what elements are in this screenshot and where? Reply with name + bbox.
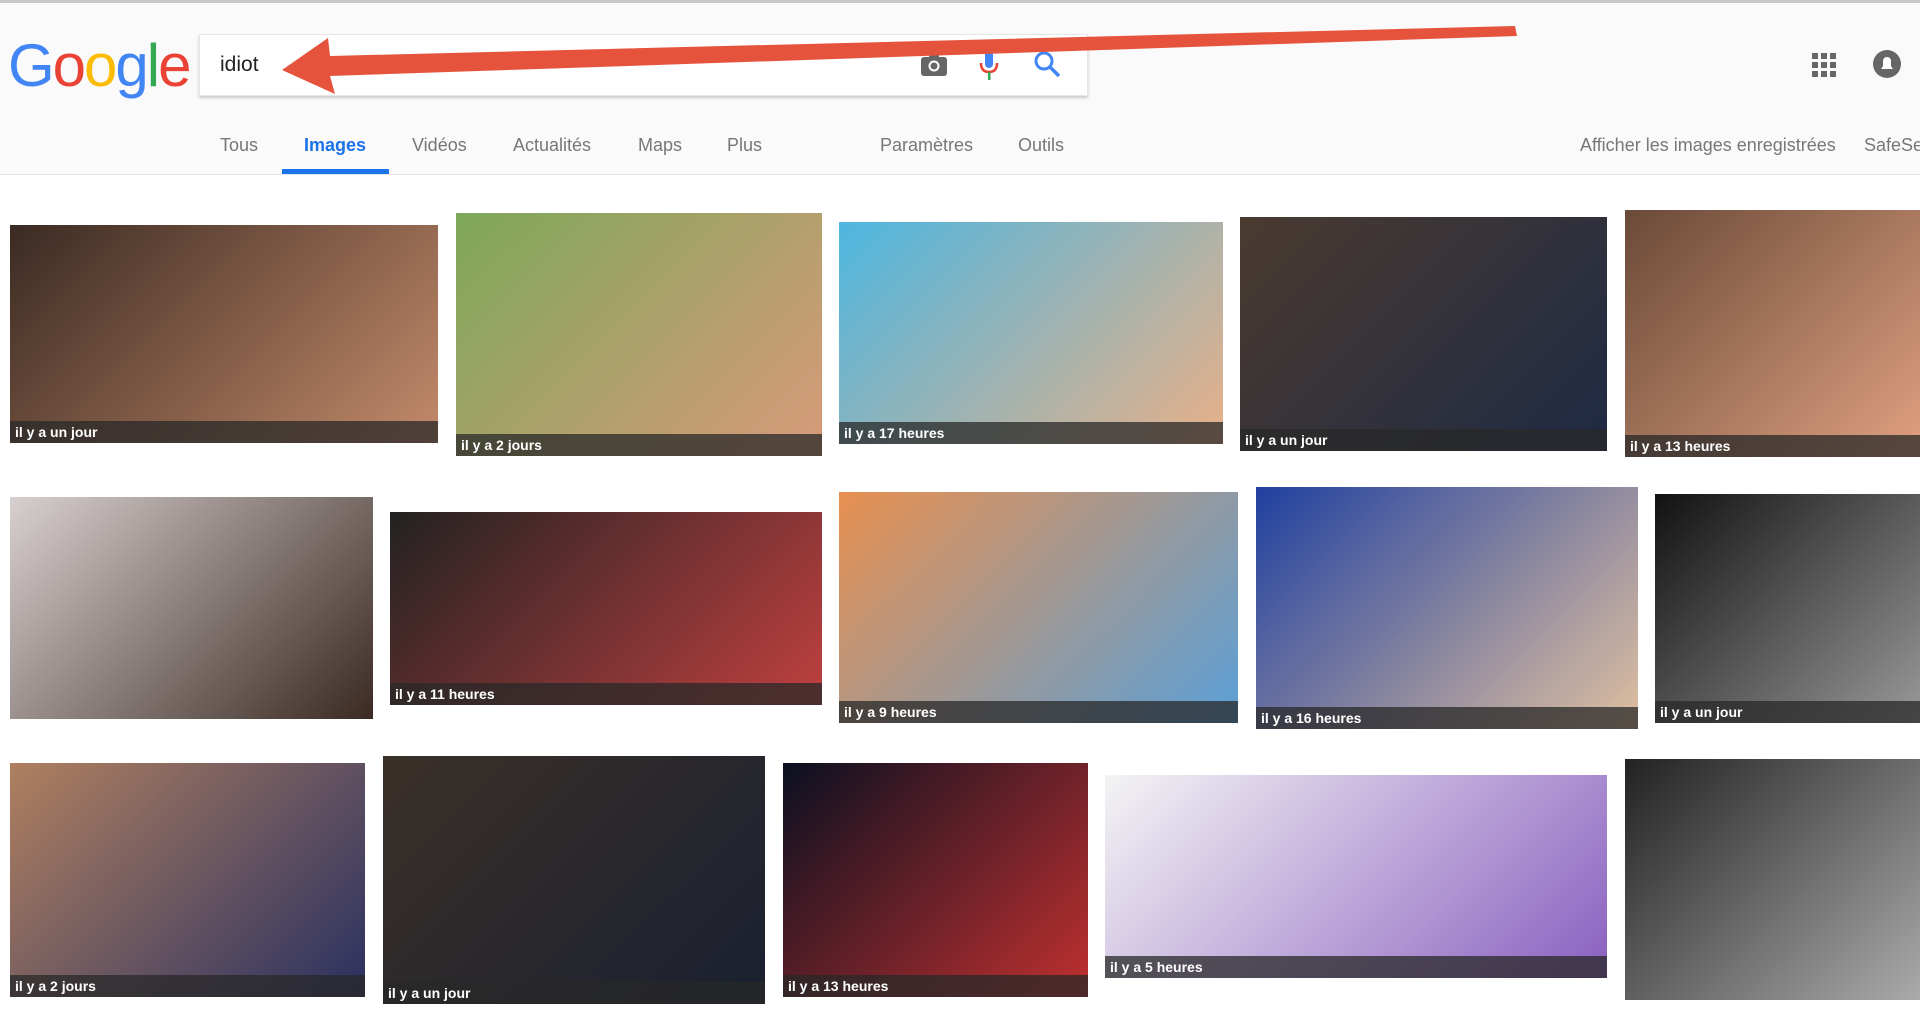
saved-images-link[interactable]: Afficher les images enregistrées [1580, 135, 1836, 156]
image-result[interactable]: il y a 2 jours [10, 763, 365, 997]
image-result[interactable] [1625, 759, 1920, 1000]
image-timestamp: il y a un jour [10, 421, 438, 443]
image-result[interactable]: il y a 5 heures [1105, 775, 1607, 978]
apps-grid-icon[interactable] [1812, 53, 1836, 77]
tab-more[interactable]: Plus [727, 135, 762, 156]
tab-maps[interactable]: Maps [638, 135, 682, 156]
image-result[interactable]: il y a 11 heures [390, 512, 822, 705]
account-icon[interactable] [1872, 49, 1902, 79]
search-input[interactable] [220, 49, 820, 81]
image-result[interactable]: il y a 17 heures [839, 222, 1223, 444]
image-result[interactable]: il y a un jour [10, 225, 438, 443]
image-timestamp: il y a 13 heures [1625, 435, 1920, 457]
search-icon[interactable] [1032, 49, 1062, 79]
image-timestamp: il y a 13 heures [783, 975, 1088, 997]
camera-icon[interactable] [920, 53, 948, 77]
image-timestamp: il y a 2 jours [10, 975, 365, 997]
image-timestamp: il y a un jour [1240, 429, 1607, 451]
image-timestamp: il y a 17 heures [839, 422, 1223, 444]
tab-videos[interactable]: Vidéos [412, 135, 467, 156]
active-tab-indicator [282, 169, 389, 174]
image-result[interactable]: il y a 16 heures [1256, 487, 1638, 729]
microphone-icon[interactable] [978, 49, 1000, 83]
image-timestamp: il y a 11 heures [390, 683, 822, 705]
image-timestamp: il y a 9 heures [839, 701, 1238, 723]
image-result[interactable]: il y a un jour [1655, 494, 1920, 723]
image-result[interactable]: il y a 2 jours [456, 213, 822, 456]
image-result[interactable]: il y a 13 heures [783, 763, 1088, 997]
image-result[interactable] [10, 497, 373, 719]
image-timestamp: il y a 2 jours [456, 434, 822, 456]
image-timestamp: il y a 5 heures [1105, 956, 1607, 978]
google-logo[interactable]: Google [8, 31, 192, 100]
image-result[interactable]: il y a un jour [383, 756, 765, 1004]
settings-link[interactable]: Paramètres [880, 135, 973, 156]
image-timestamp: il y a un jour [383, 982, 765, 1004]
tools-link[interactable]: Outils [1018, 135, 1064, 156]
tab-all[interactable]: Tous [220, 135, 258, 156]
image-result[interactable]: il y a 13 heures [1625, 210, 1920, 457]
tab-images[interactable]: Images [304, 135, 366, 156]
image-timestamp: il y a 16 heures [1256, 707, 1638, 729]
safesearch-link[interactable]: SafeSe [1864, 135, 1920, 156]
tab-news[interactable]: Actualités [513, 135, 591, 156]
image-timestamp: il y a un jour [1655, 701, 1920, 723]
search-box [199, 34, 1088, 96]
image-result[interactable]: il y a 9 heures [839, 492, 1238, 723]
image-result[interactable]: il y a un jour [1240, 217, 1607, 451]
header: Google Tous Images Vidéos Actualités Map… [0, 3, 1920, 175]
